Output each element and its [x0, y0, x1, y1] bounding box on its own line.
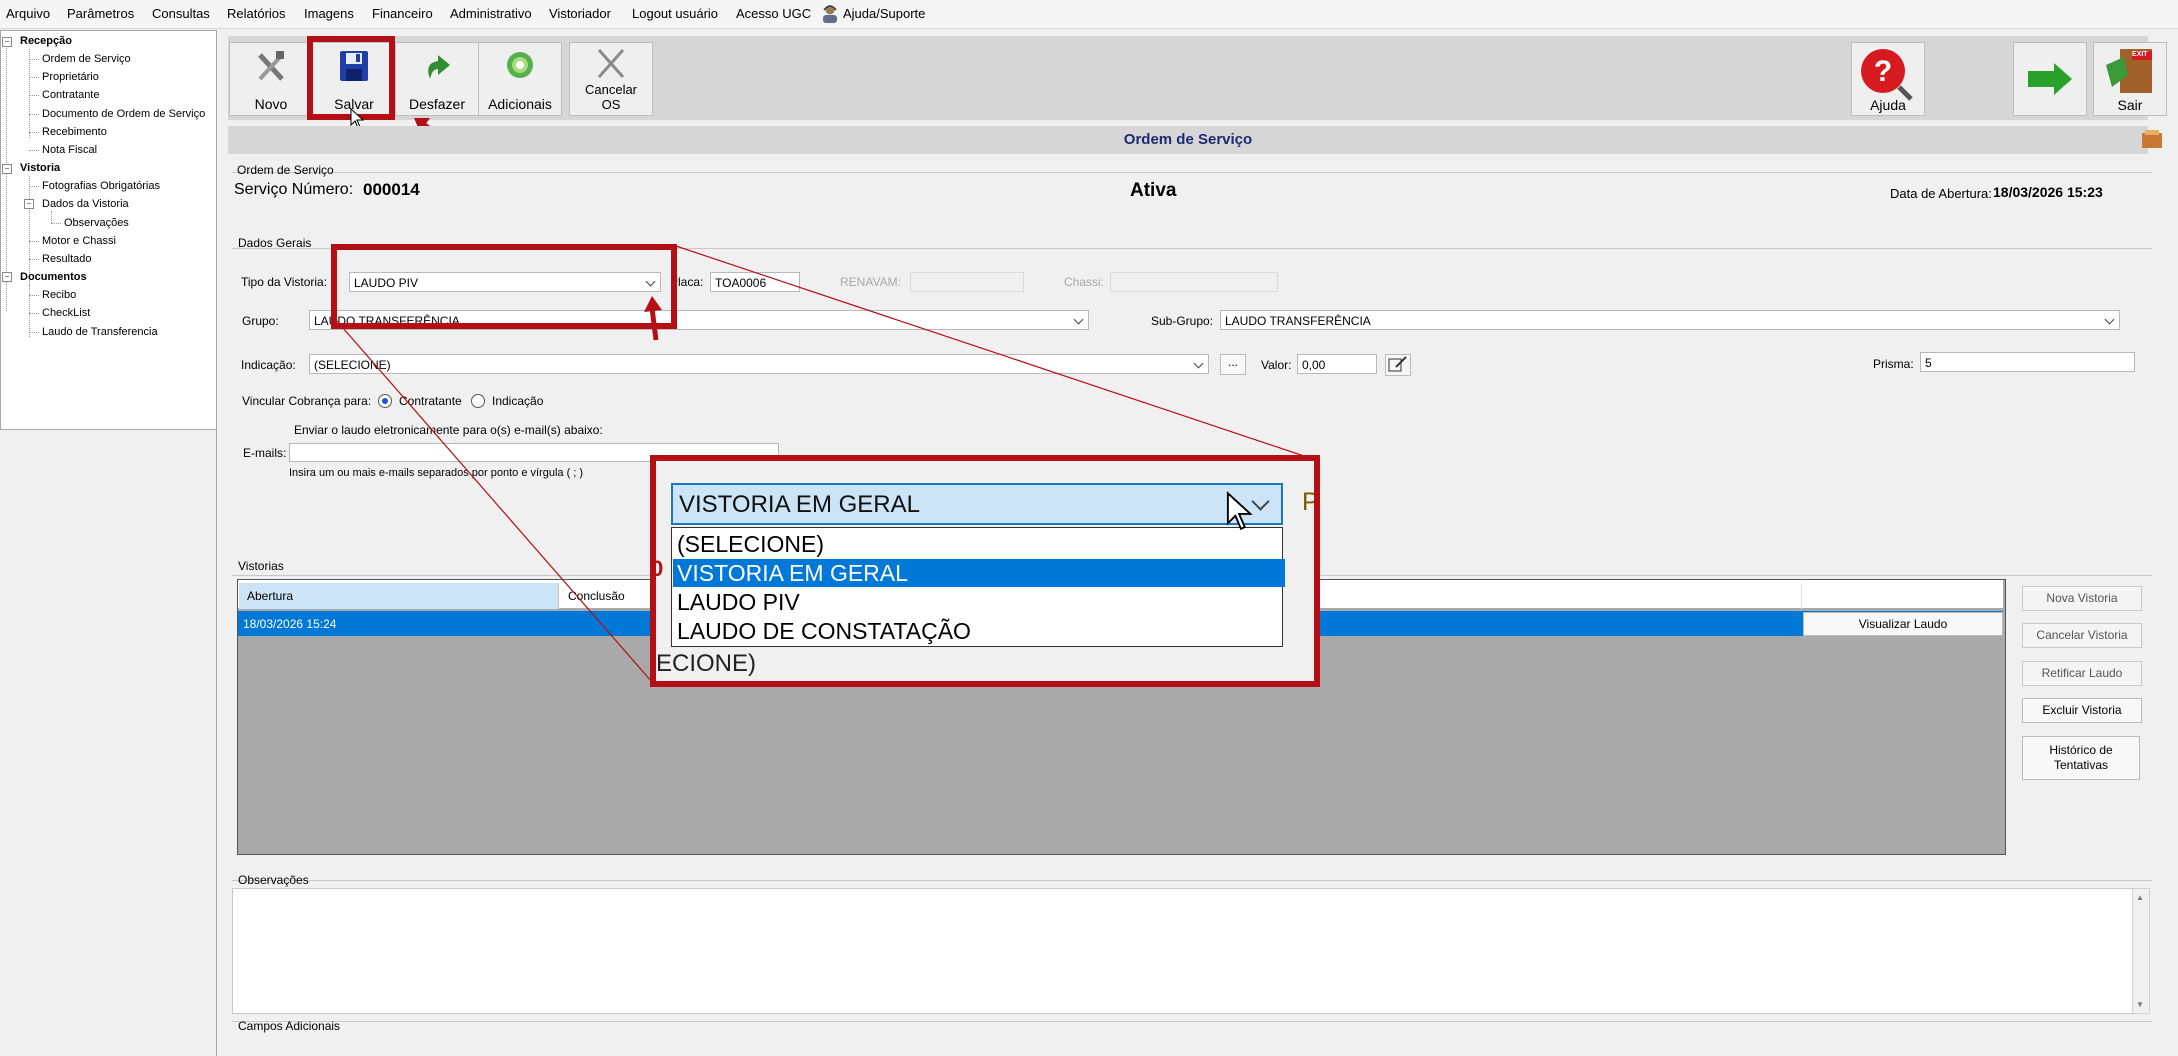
highlight-tipo-vistoria: [331, 244, 677, 329]
highlight-zoom-inset: [650, 455, 1320, 687]
annotation-arrow-icon: [642, 294, 666, 345]
